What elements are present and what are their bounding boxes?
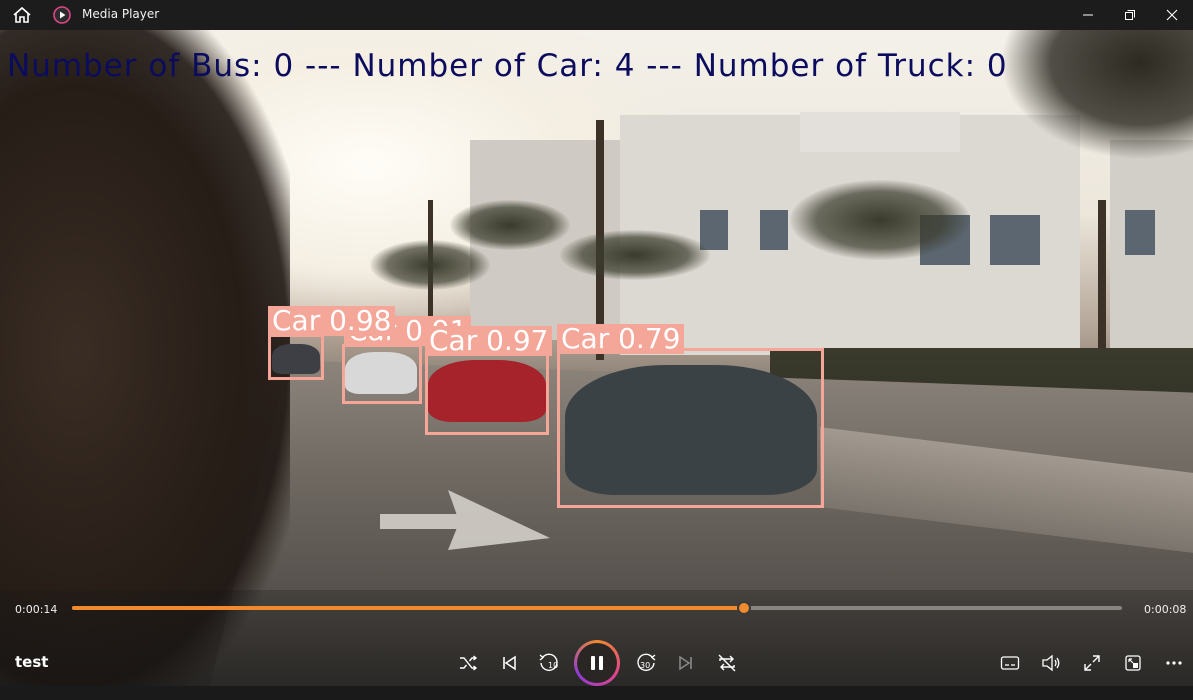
svg-text:30: 30 [640,661,650,670]
volume-icon[interactable] [1037,649,1065,677]
palm-tree [790,180,970,260]
video-frame[interactable]: Car 0.91 Car 0.98 Car 0.79 Car 0.97 Numb… [0,30,1193,686]
vehicle-count-overlay: Number of Bus: 0 --- Number of Car: 4 --… [7,48,1008,84]
title-bar: Media Player [0,0,1193,30]
detection-box [425,350,549,435]
window [990,215,1040,265]
palm-tree [560,230,710,280]
building [1110,140,1193,370]
rewind-10-icon[interactable]: 10 [535,649,563,677]
minimize-icon[interactable] [1065,0,1111,30]
window [760,210,788,250]
maximize-icon[interactable] [1107,0,1153,30]
lamp-post [1098,200,1106,360]
foreground-palm [0,30,290,686]
play-pause-button[interactable] [574,640,620,686]
window [700,210,728,250]
detection-box [557,348,824,508]
detection-label: Car 0.79 [557,324,685,354]
media-title: test [15,653,49,671]
repeat-off-icon[interactable] [713,649,741,677]
window-title: Media Player [82,7,160,21]
detection-box [268,334,324,380]
forward-30-icon[interactable]: 30 [632,649,660,677]
elapsed-time: 0:00:14 [15,603,58,616]
captions-icon[interactable] [996,649,1024,677]
seek-thumb[interactable] [737,601,751,615]
detection-label: Car 0.98 [268,306,396,336]
palm-tree [370,240,490,290]
previous-icon[interactable] [495,649,523,677]
shuffle-icon[interactable] [454,649,482,677]
foreground-palm [1000,30,1193,160]
svg-text:10: 10 [548,661,558,670]
home-icon[interactable] [12,6,32,24]
palm-tree [450,200,570,250]
more-icon[interactable] [1160,649,1188,677]
building-roof [800,112,960,152]
detection-box [342,344,422,404]
pause-icon [577,643,617,683]
remaining-time: 0:00:08 [1144,603,1187,616]
close-icon[interactable] [1149,0,1193,30]
detection-label: Car 0.97 [425,326,553,356]
next-icon[interactable] [672,649,700,677]
media-player-icon [53,6,71,24]
seek-progress [72,606,744,610]
fullscreen-icon[interactable] [1078,649,1106,677]
seek-bar[interactable] [72,601,1122,615]
miniplayer-icon[interactable] [1119,649,1147,677]
window-bottom-edge [0,686,1193,700]
window [1125,210,1155,255]
